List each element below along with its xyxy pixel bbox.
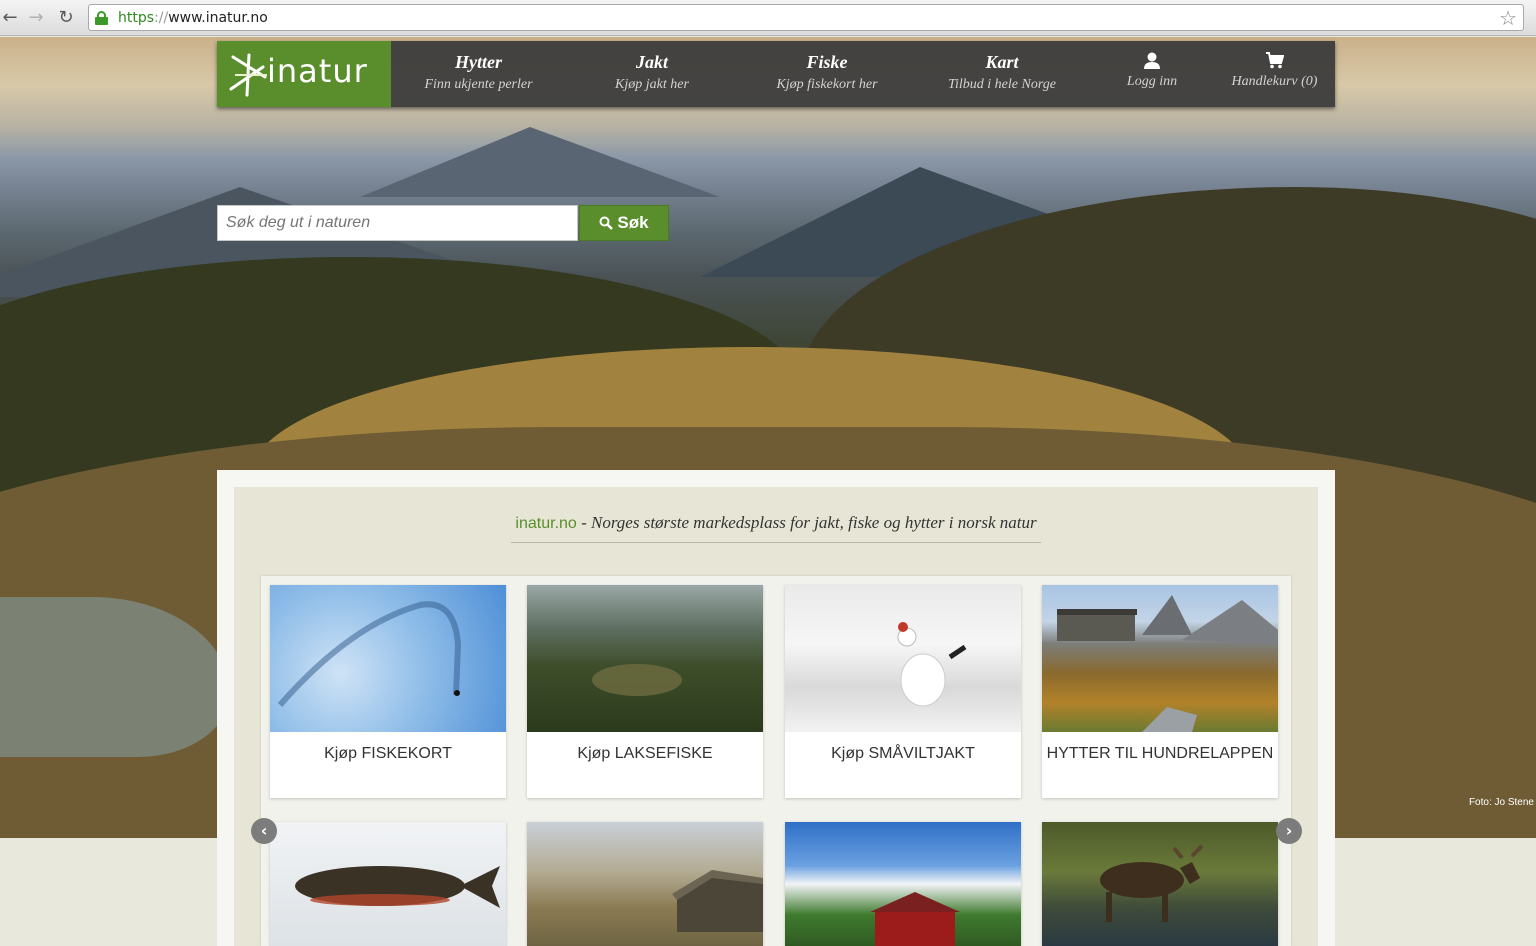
site-tagline: inatur.no - Norges største markedsplass … — [0, 513, 1536, 533]
salmon-illustration — [592, 664, 682, 696]
nav-title: Jakt — [635, 52, 668, 72]
forward-icon[interactable]: → — [26, 8, 46, 28]
tile-caption: Kjøp LAKSEFISKE — [577, 745, 713, 762]
search-button-label: Søk — [617, 213, 649, 232]
trout-illustration — [295, 866, 500, 908]
nav-hytter[interactable]: Hytter Finn ukjente perler — [401, 41, 556, 107]
login-label: Logg inn — [1126, 74, 1178, 89]
user-icon — [1144, 52, 1160, 69]
fishing-rod-illustration — [277, 601, 462, 707]
nav-kart[interactable]: Kart Tilbud i hele Norge — [927, 41, 1077, 107]
back-icon[interactable]: ← — [0, 8, 20, 28]
old-cabin-image — [527, 822, 763, 946]
nav-subtitle: Kjøp jakt her — [615, 77, 689, 92]
tagline-divider — [511, 542, 1041, 543]
logo-text: inatur — [267, 52, 368, 90]
moose-in-water-image — [1042, 822, 1278, 946]
nav-title: Kart — [985, 52, 1019, 72]
carousel-next-button[interactable]: › — [1276, 818, 1302, 844]
photo-credit: Foto: Jo Stene — [1468, 797, 1534, 808]
cabin-illustration — [1057, 595, 1278, 732]
old-cabin-illustration — [672, 870, 763, 932]
tile-caption: Kjøp SMÅVILTJAKT — [831, 745, 975, 762]
tile-fiskekort[interactable]: Kjøp FISKEKORT — [270, 585, 506, 798]
ptarmigan-snow-image — [785, 585, 1021, 732]
bookmark-star-icon[interactable]: ☆ — [1499, 6, 1517, 30]
search-icon — [599, 216, 614, 230]
search-input[interactable] — [217, 205, 578, 241]
address-bar[interactable]: https://www.inatur.no ☆ — [88, 4, 1524, 31]
nav-subtitle: Kjøp fiskekort her — [776, 77, 878, 92]
url-host: www.inatur.no — [168, 10, 268, 26]
tile-caption: HYTTER TIL HUNDRELAPPEN — [1046, 745, 1274, 762]
browser-toolbar: ← → ↻ https://www.inatur.no ☆ — [0, 0, 1536, 36]
nav-fiske[interactable]: Fiske Kjøp fiskekort her — [747, 41, 907, 107]
mountain-cabin-image — [1042, 585, 1278, 732]
ptarmigan-illustration — [897, 622, 967, 707]
tile-old-cabin[interactable] — [527, 822, 763, 946]
tile-red-cabin[interactable] — [785, 822, 1021, 946]
login-link[interactable]: Logg inn — [1102, 41, 1202, 107]
carousel-prev-button[interactable]: ‹ — [251, 818, 277, 844]
search-button[interactable]: Søk — [579, 205, 669, 241]
nav-jakt[interactable]: Jakt Kjøp jakt her — [577, 41, 727, 107]
fishing-rod-image — [270, 585, 506, 732]
nav-title: Hytter — [455, 52, 502, 72]
reload-icon[interactable]: ↻ — [56, 8, 76, 28]
logo-star-icon — [229, 53, 267, 97]
cart-link[interactable]: Handlekurv (0) — [1217, 41, 1332, 107]
url-text: https://www.inatur.no — [118, 10, 268, 26]
trout-on-snow-image — [270, 822, 506, 946]
tagline-site[interactable]: inatur.no — [515, 515, 576, 532]
tile-smaviltjakt[interactable]: Kjøp SMÅVILTJAKT — [785, 585, 1021, 798]
red-cabin-illustration — [870, 892, 960, 946]
main-navigation: inatur Hytter Finn ukjente perler Jakt K… — [217, 41, 1335, 107]
salmon-underwater-image — [527, 585, 763, 732]
inatur-logo[interactable]: inatur — [217, 41, 391, 107]
tile-moose[interactable] — [1042, 822, 1278, 946]
tile-laksefiske[interactable]: Kjøp LAKSEFISKE — [527, 585, 763, 798]
nav-subtitle: Tilbud i hele Norge — [948, 77, 1056, 92]
url-scheme: https — [118, 10, 155, 26]
cart-icon — [1265, 52, 1284, 69]
tile-hytter-hundrelappen[interactable]: HYTTER TIL HUNDRELAPPEN — [1042, 585, 1278, 798]
cart-label: Handlekurv (0) — [1231, 74, 1318, 89]
mountain-shape — [360, 127, 720, 197]
url-separator: :// — [154, 10, 169, 26]
tile-trout[interactable] — [270, 822, 506, 946]
red-cabin-image — [785, 822, 1021, 946]
moose-illustration — [1100, 844, 1204, 922]
nav-subtitle: Finn ukjente perler — [424, 77, 533, 92]
tagline-text: - Norges største markedsplass for jakt, … — [576, 513, 1037, 532]
lock-icon — [95, 11, 108, 25]
tile-caption: Kjøp FISKEKORT — [324, 745, 452, 762]
nav-title: Fiske — [806, 52, 848, 72]
